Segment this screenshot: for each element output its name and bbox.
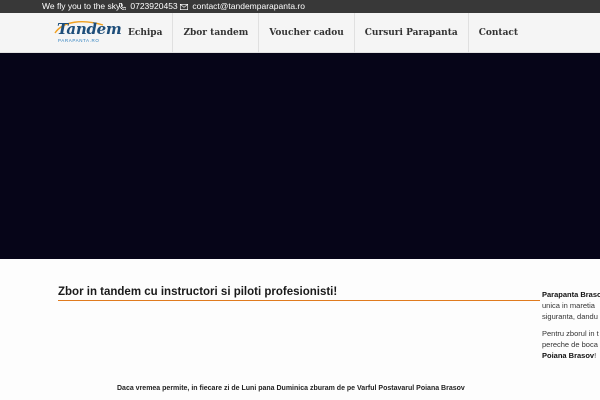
flight-info-text: Daca vremea permite, in fiecare zi de Lu…	[117, 385, 465, 392]
main-nav: Echipa Zbor tandem Voucher cadou Cursuri…	[118, 13, 528, 53]
side-column: Parapanta Brasov unica in maretia sigura…	[542, 289, 600, 367]
side-place-suffix: !	[594, 351, 597, 360]
page-headline: Zbor in tandem cu instructori si piloti …	[58, 286, 540, 301]
site-logo[interactable]: Tandem PARAPANTA.RO	[53, 19, 122, 47]
logo-text: Tandem	[57, 20, 122, 38]
nav-item-voucher-cadou[interactable]: Voucher cadou	[258, 13, 353, 53]
side-line-4: pereche de boca	[542, 340, 598, 349]
email-address[interactable]: contact@tandemparapanta.ro	[192, 1, 305, 11]
phone-icon	[119, 3, 126, 11]
logo-subtext: PARAPANTA.RO	[58, 38, 100, 43]
main-content: Zbor in tandem cu instructori si piloti …	[0, 259, 600, 400]
tagline: We fly you to the sky!	[42, 1, 123, 11]
phone-number[interactable]: 0723920453	[130, 1, 177, 11]
side-line-2: siguranta, dandu	[542, 312, 598, 321]
side-place: Poiana Brasov	[542, 351, 595, 360]
hero-banner	[0, 53, 600, 259]
nav-item-echipa[interactable]: Echipa	[118, 13, 172, 53]
email-contact[interactable]: contact@tandemparapanta.ro	[180, 0, 305, 13]
side-intro: Parapanta Brasov unica in maretia sigura…	[542, 289, 600, 322]
nav-item-cursuri-parapanta[interactable]: Cursuri Parapanta	[353, 13, 468, 53]
side-details: Pentru zborul in t pereche de boca Poian…	[542, 328, 600, 361]
side-brand: Parapanta Brasov	[542, 290, 600, 299]
side-line-1: unica in maretia	[542, 301, 595, 310]
phone-contact[interactable]: 0723920453	[119, 0, 178, 13]
nav-item-contact[interactable]: Contact	[467, 13, 528, 53]
site-header: Tandem PARAPANTA.RO Echipa Zbor tandem V…	[0, 13, 600, 53]
nav-item-zbor-tandem[interactable]: Zbor tandem	[172, 13, 258, 53]
envelope-icon	[180, 3, 188, 10]
side-line-3: Pentru zborul in t	[542, 329, 599, 338]
top-bar: We fly you to the sky! 0723920453 contac…	[0, 0, 600, 13]
